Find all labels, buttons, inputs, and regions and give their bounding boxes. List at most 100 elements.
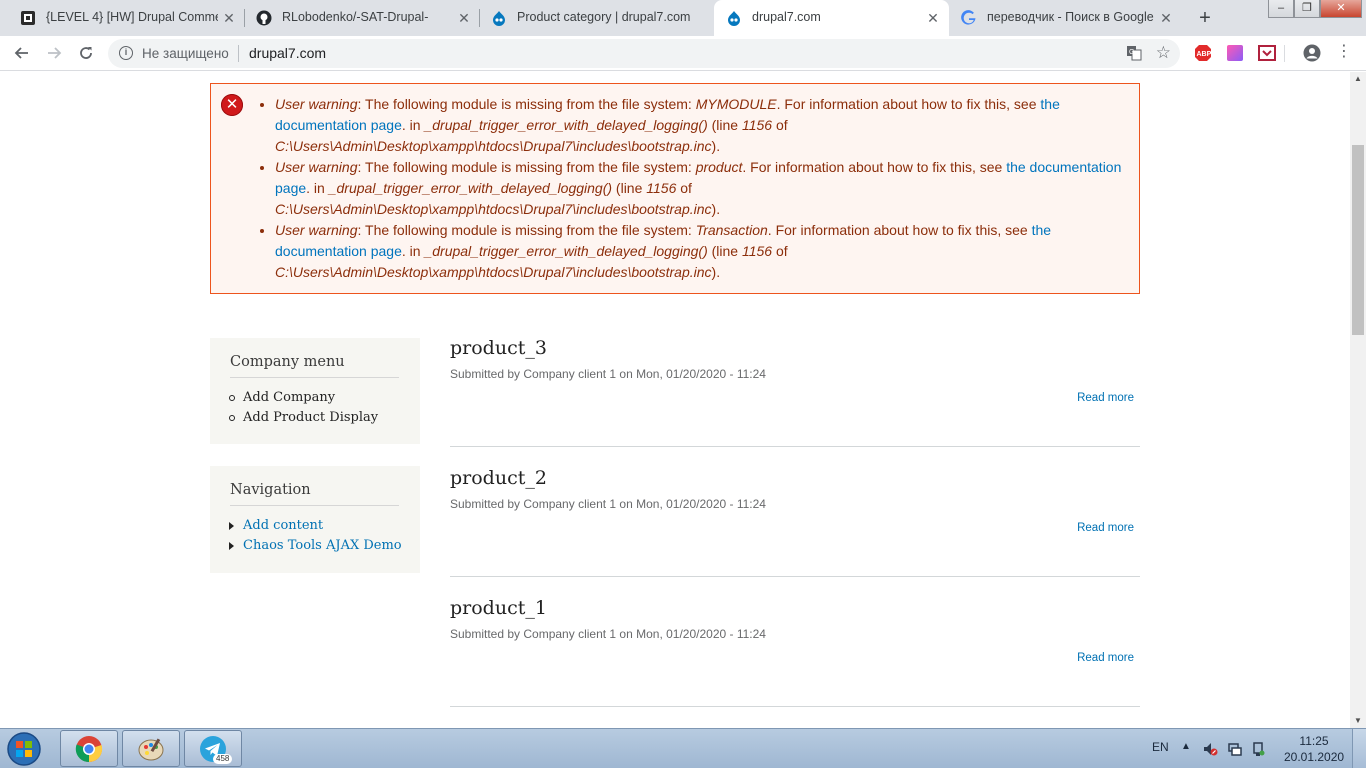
scroll-down-icon[interactable]: ▼ (1350, 714, 1366, 728)
tab-title: RLobodenko/-SAT-Drupal- (282, 10, 429, 24)
warning-type: User warning (275, 96, 358, 112)
back-button[interactable] (10, 41, 34, 65)
module-name: MYMODULE (695, 96, 777, 112)
module-name: Transaction (695, 222, 768, 238)
nav-item-label[interactable]: Add content (243, 518, 323, 533)
node-title[interactable]: product_2 (450, 467, 547, 489)
menu-item-label[interactable]: Add Product Display (243, 410, 378, 425)
nav-item-label[interactable]: Chaos Tools AJAX Demo (243, 538, 402, 553)
line-number: 1156 (741, 117, 773, 133)
close-window-button[interactable]: ✕ (1320, 0, 1362, 18)
system-clock[interactable]: 11:25 20.01.2020 (1284, 733, 1344, 765)
github-icon (256, 10, 272, 26)
telegram-badge: 458 (213, 754, 233, 764)
forward-button[interactable] (42, 41, 66, 65)
tray-expand-icon[interactable]: ▲ (1181, 741, 1197, 757)
tab-product-category[interactable]: Product category | drupal7.com (479, 0, 714, 36)
taskbar-chrome[interactable] (60, 730, 118, 767)
read-more-link[interactable]: Read more (1077, 522, 1134, 534)
pocket-icon[interactable] (1258, 44, 1276, 62)
message-text: . in (401, 117, 425, 133)
file-path: C:\Users\Admin\Desktop\xampp\htdocs\Drup… (275, 138, 712, 154)
menu-item-add-product-display[interactable]: Add Product Display (229, 408, 378, 428)
color-picker-icon[interactable] (1226, 44, 1244, 62)
node-title[interactable]: product_1 (450, 597, 547, 619)
jira-icon (21, 11, 35, 25)
clock-date: 20.01.2020 (1284, 750, 1345, 764)
new-tab-button[interactable]: + (1194, 7, 1216, 29)
block-title: Company menu (230, 354, 399, 378)
tab-drupal7-active[interactable]: drupal7.com ✕ (714, 0, 949, 36)
message-text: (line (707, 117, 742, 133)
security-label[interactable]: Не защищено (142, 46, 229, 61)
message-text: of (676, 180, 692, 196)
error-item: User warning: The following module is mi… (275, 94, 1127, 157)
address-bar[interactable]: i Не защищено drupal7.com G ☆ (108, 39, 1180, 68)
node-submitted: Submitted by Company client 1 on Mon, 01… (450, 627, 766, 641)
restore-button[interactable]: ❐ (1294, 0, 1320, 18)
bullet-icon (229, 415, 235, 421)
close-tab-icon[interactable]: ✕ (220, 9, 238, 27)
navigation-list: Add content Chaos Tools AJAX Demo (229, 516, 402, 556)
divider (238, 45, 239, 62)
read-more-link[interactable]: Read more (1077, 392, 1134, 404)
page-scrollbar[interactable]: ▲ ▼ (1350, 72, 1366, 728)
url-text[interactable]: drupal7.com (249, 45, 326, 61)
adblock-icon[interactable]: ABP (1194, 44, 1212, 62)
function-name: _drupal_trigger_error_with_delayed_loggi… (424, 117, 708, 133)
account-icon[interactable] (1303, 44, 1321, 62)
message-text: ). (711, 138, 721, 154)
message-text: of (772, 117, 788, 133)
scroll-up-icon[interactable]: ▲ (1350, 72, 1366, 86)
taskbar-paint[interactable] (122, 730, 180, 767)
message-text: . For information about how to fix this,… (776, 96, 1041, 112)
line-number: 1156 (646, 180, 677, 196)
windows-start-icon[interactable] (4, 731, 44, 767)
info-icon[interactable]: i (119, 46, 133, 60)
nav-item-chaos-tools[interactable]: Chaos Tools AJAX Demo (229, 536, 402, 556)
volume-muted-icon[interactable] (1202, 741, 1218, 757)
message-text: . For information about how to fix this,… (767, 222, 1032, 238)
show-desktop-button[interactable] (1352, 729, 1366, 768)
block-title: Navigation (230, 482, 399, 506)
safely-remove-icon[interactable] (1250, 741, 1266, 757)
collapsed-arrow-icon (229, 522, 234, 530)
tab-google[interactable]: переводчик - Поиск в Google ✕ (949, 0, 1184, 36)
read-more-link[interactable]: Read more (1077, 652, 1134, 664)
close-tab-icon[interactable]: ✕ (1157, 9, 1175, 27)
bookmark-star-icon[interactable]: ☆ (1156, 43, 1171, 63)
bullet-icon (229, 395, 235, 401)
tab-strip: {LEVEL 4} [HW] Drupal Commerce ✕ RLobode… (0, 0, 1366, 36)
network-icon[interactable] (1227, 741, 1243, 757)
tab-title: {LEVEL 4} [HW] Drupal Commerce (46, 10, 218, 24)
minimize-button[interactable]: – (1268, 0, 1294, 18)
translate-icon[interactable]: G (1126, 45, 1142, 61)
message-text: of (772, 243, 788, 259)
company-menu-block: Company menu Add Company Add Product Dis… (210, 338, 420, 444)
message-text: . in (401, 243, 425, 259)
nav-item-add-content[interactable]: Add content (229, 516, 402, 536)
google-icon (961, 10, 976, 25)
tab-title: Product category | drupal7.com (517, 10, 691, 24)
language-indicator[interactable]: EN (1152, 740, 1169, 754)
message-text: ). (711, 264, 721, 280)
reload-button[interactable] (74, 41, 98, 65)
node-submitted: Submitted by Company client 1 on Mon, 01… (450, 497, 766, 511)
toolbar-divider (1284, 45, 1285, 62)
node-teaser: product_1 Submitted by Company client 1 … (450, 581, 1140, 707)
tab-github[interactable]: RLobodenko/-SAT-Drupal- ✕ (244, 0, 479, 36)
menu-item-label[interactable]: Add Company (243, 390, 335, 405)
menu-dots-icon[interactable]: ⋮ (1336, 44, 1352, 62)
taskbar-telegram[interactable]: 458 (184, 730, 242, 767)
close-tab-icon[interactable]: ✕ (455, 9, 473, 27)
close-tab-icon[interactable]: ✕ (924, 9, 942, 27)
tab-level4[interactable]: {LEVEL 4} [HW] Drupal Commerce ✕ (8, 0, 244, 36)
node-title[interactable]: product_3 (450, 337, 547, 359)
tab-title: drupal7.com (752, 10, 821, 24)
page-content: ✕ User warning: The following module is … (0, 72, 1350, 728)
menu-item-add-company[interactable]: Add Company (229, 388, 378, 408)
chrome-icon (75, 736, 103, 763)
scrollbar-thumb[interactable] (1352, 145, 1364, 335)
collapsed-arrow-icon (229, 542, 234, 550)
warning-type: User warning (275, 159, 358, 175)
